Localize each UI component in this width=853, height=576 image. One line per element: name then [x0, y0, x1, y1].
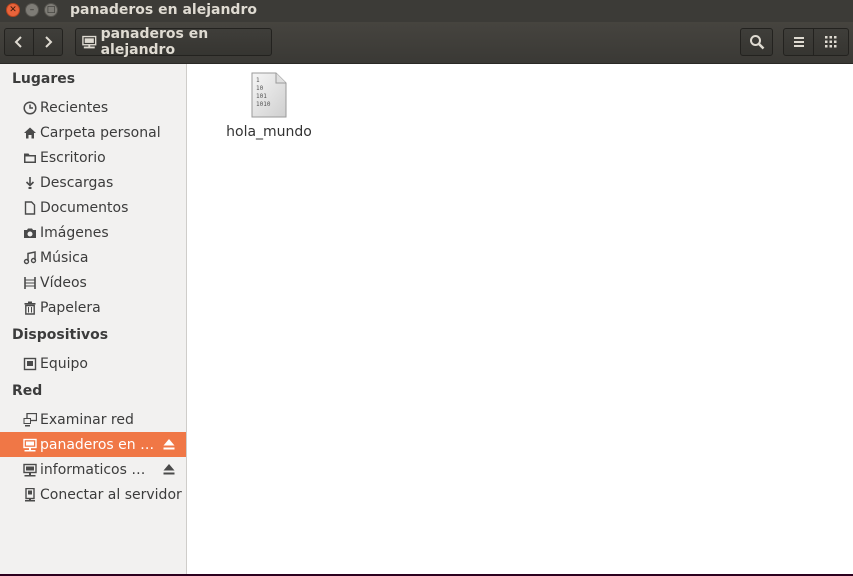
network-folder-icon: [82, 35, 97, 49]
sidebar-item-label: panaderos en …: [40, 436, 155, 453]
document-icon: [22, 200, 38, 216]
sidebar-item-label: Equipo: [40, 355, 88, 372]
sidebar-item-equipo[interactable]: Equipo: [0, 351, 186, 376]
eject-icon[interactable]: [162, 462, 176, 476]
close-window-button[interactable]: ✕: [6, 3, 20, 17]
sidebar-item-papelera[interactable]: Papelera: [0, 295, 186, 320]
sidebar-item-label: Música: [40, 249, 89, 266]
title-bar: ✕ – □ panaderos en alejandro: [0, 0, 853, 22]
minimize-icon: –: [29, 4, 35, 15]
sidebar-item-informaticos[interactable]: informaticos …: [0, 457, 186, 482]
path-bar-label: panaderos en alejandro: [100, 26, 209, 58]
file-manager-window: ✕ – □ panaderos en alejandro panaderos e…: [0, 0, 853, 576]
sidebar-item-examinar-red[interactable]: Examinar red: [0, 407, 186, 432]
minimize-window-button[interactable]: –: [25, 3, 39, 17]
sidebar-heading-lugares: Lugares: [12, 71, 76, 87]
sidebar-item-label: Papelera: [40, 299, 101, 316]
desktop-folder-icon: [22, 150, 38, 166]
sidebar-item-recientes[interactable]: Recientes: [0, 95, 186, 120]
sidebar-item-label: Imágenes: [40, 224, 109, 241]
network-icon: [22, 412, 38, 428]
sidebar-item-carpeta-personal[interactable]: Carpeta personal: [0, 120, 186, 145]
sidebar-item-musica[interactable]: Música: [0, 245, 186, 270]
forward-button[interactable]: [33, 28, 63, 56]
sidebar-heading-dispositivos: Dispositivos: [12, 327, 109, 343]
search-icon: [749, 35, 764, 50]
clock-icon: [22, 100, 38, 116]
sidebar-item-documentos[interactable]: Documentos: [0, 195, 186, 220]
sidebar-item-label: Vídeos: [40, 274, 87, 291]
sidebar-item-conectar-servidor[interactable]: Conectar al servidor: [0, 482, 186, 507]
file-icon-line: 101: [256, 93, 267, 100]
list-view-icon: [793, 37, 804, 47]
close-icon: ✕: [9, 4, 17, 15]
back-button[interactable]: [4, 28, 34, 56]
film-icon: [22, 275, 38, 291]
sidebar-item-label: Examinar red: [40, 411, 134, 428]
grid-view-button[interactable]: [813, 28, 849, 56]
sidebar-item-label: Escritorio: [40, 149, 106, 166]
binary-file-icon: 1 10 101 1010: [251, 72, 287, 118]
maximize-window-button[interactable]: □: [44, 3, 58, 17]
file-icon-line: 1: [256, 77, 260, 84]
home-icon: [22, 125, 38, 141]
eject-icon[interactable]: [162, 437, 176, 451]
sidebar-item-imagenes[interactable]: Imágenes: [0, 220, 186, 245]
sidebar-item-videos[interactable]: Vídeos: [0, 270, 186, 295]
file-view: 1 10 101 1010 hola_mundo: [187, 64, 853, 574]
file-icon-line: 1010: [256, 101, 271, 108]
chevron-left-icon: [14, 36, 22, 48]
sidebar: Lugares Recientes Carpeta personal Escri…: [0, 64, 187, 574]
sidebar-item-descargas[interactable]: Descargas: [0, 170, 186, 195]
sidebar-item-escritorio[interactable]: Escritorio: [0, 145, 186, 170]
sidebar-item-label: informaticos …: [40, 461, 146, 478]
file-item[interactable]: 1 10 101 1010 hola_mundo: [223, 70, 315, 140]
sidebar-item-panaderos[interactable]: panaderos en …: [0, 432, 186, 457]
sidebar-item-label: Descargas: [40, 174, 114, 191]
toolbar: panaderos en alejandro: [0, 22, 853, 64]
sidebar-heading-red: Red: [12, 383, 43, 399]
maximize-icon: □: [46, 4, 56, 15]
computer-icon: [22, 356, 38, 372]
server-icon: [22, 487, 38, 503]
sidebar-item-label: Carpeta personal: [40, 124, 161, 141]
network-folder-icon: [22, 437, 38, 453]
sidebar-item-label: Conectar al servidor: [40, 486, 182, 503]
file-name: hola_mundo: [226, 124, 312, 140]
window-title: panaderos en alejandro: [70, 2, 257, 18]
list-view-button[interactable]: [783, 28, 814, 56]
search-button[interactable]: [740, 28, 773, 56]
grid-view-icon: [825, 36, 837, 48]
network-folder-icon: [22, 462, 38, 478]
camera-icon: [22, 225, 38, 241]
path-bar-button[interactable]: panaderos en alejandro: [75, 26, 272, 58]
file-icon-line: 10: [256, 85, 264, 92]
sidebar-item-label: Recientes: [40, 99, 109, 116]
trash-icon: [22, 300, 38, 316]
music-icon: [22, 250, 38, 266]
chevron-right-icon: [45, 36, 53, 48]
download-icon: [22, 175, 38, 191]
sidebar-item-label: Documentos: [40, 199, 129, 216]
